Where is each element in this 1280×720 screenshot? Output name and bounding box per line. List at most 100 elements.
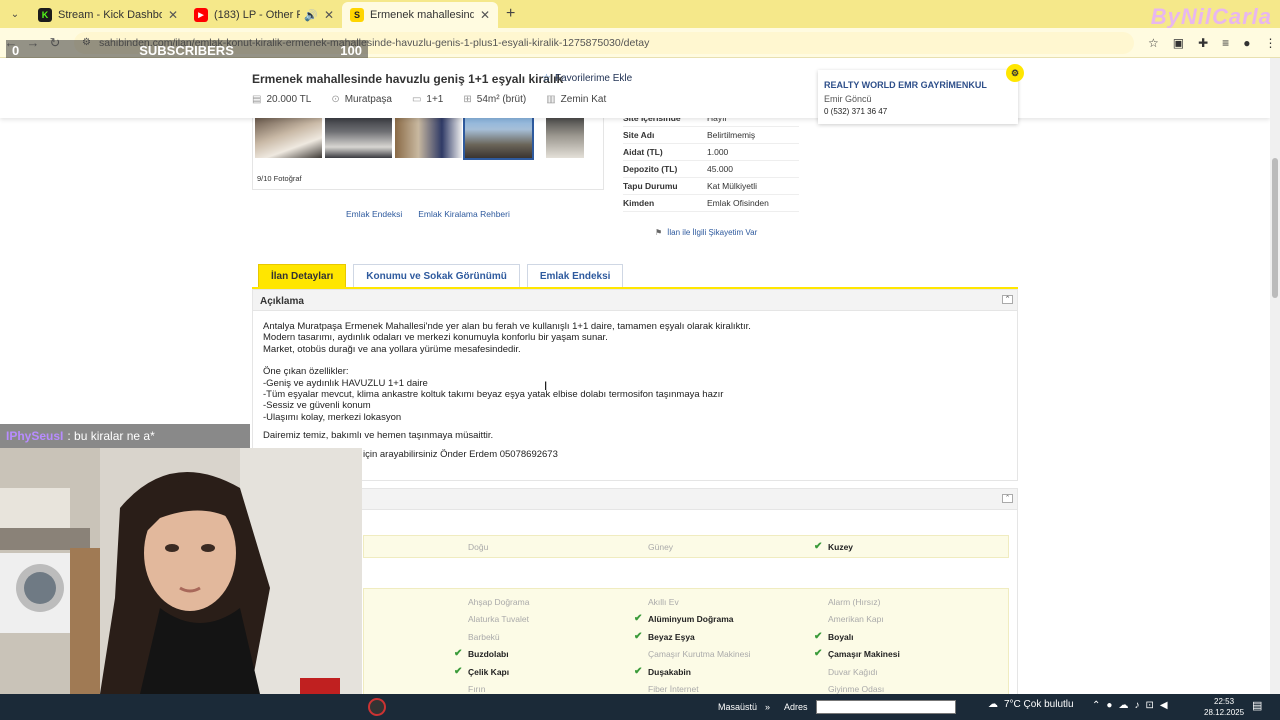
photo-thumb[interactable]	[463, 112, 534, 160]
description-heading: Açıklama	[260, 296, 304, 307]
notification-icon[interactable]: ▤	[1252, 699, 1262, 712]
agent-card[interactable]: ⚙ REALTY WORLD EMR GAYRİMENKUL Emir Gönc…	[818, 64, 1024, 124]
direction-item: Doğu	[468, 542, 489, 552]
tab-konum[interactable]: Konumu ve Sokak Görünümü	[353, 264, 520, 288]
system-tray: ⌃ ● ☁ ♪ ⊡ ◀	[1092, 700, 1168, 711]
weather-widget[interactable]: ☁ 7°C Çok bulutlu	[988, 699, 1074, 710]
close-tab-icon[interactable]: ✕	[168, 8, 178, 22]
tab-title: (183) LP - Other People (Of	[214, 9, 301, 21]
kick-icon: K	[38, 8, 52, 22]
chat-message: IPhySeusI : bu kiralar ne a*	[0, 424, 250, 448]
tab-ilan-detaylari[interactable]: İlan Detayları	[258, 264, 347, 288]
webcam-overlay	[0, 448, 362, 694]
browser-tab-kick[interactable]: K Stream - Kick Dashboard ✕	[30, 2, 186, 28]
feature-item: Akıllı Ev	[648, 597, 679, 607]
bookmark-star-icon[interactable]: ☆	[1148, 36, 1159, 50]
scrollbar[interactable]	[1270, 58, 1280, 694]
add-favorite-link[interactable]: ☆ Favorilerime Ekle	[542, 73, 632, 84]
subscriber-start: 0	[12, 42, 20, 58]
direction-item: Güney	[648, 542, 674, 552]
puzzle-icon[interactable]: ✚	[1198, 36, 1208, 50]
audio-icon[interactable]: 🔊	[304, 9, 318, 22]
subscriber-goal: 100	[340, 42, 362, 58]
tray-chevron-icon[interactable]: ⌃	[1092, 700, 1100, 711]
feature-item: Alarm (Hırsız)	[828, 597, 881, 607]
collapse-icon[interactable]: ⌃	[1002, 494, 1013, 503]
kiralama-rehberi-link[interactable]: Emlak Kiralama Rehberi	[418, 209, 510, 219]
volume-icon[interactable]: ◀	[1160, 700, 1168, 711]
info-row: Aidat (TL) 1.000	[623, 144, 799, 161]
photo-thumb[interactable]	[546, 114, 584, 158]
check-icon: ✔	[814, 630, 823, 642]
menu-icon[interactable]: ⋮	[1264, 36, 1276, 50]
profile-icon[interactable]: ●	[1243, 36, 1250, 50]
tray-app-icon[interactable]: ●	[1106, 700, 1112, 711]
clock-date: 28.12.2025	[1204, 708, 1245, 717]
desktop-toolbar[interactable]: Masaüstü	[718, 702, 757, 712]
sahibinden-icon: S	[350, 8, 364, 22]
feature-item: Duvar Kağıdı	[828, 666, 878, 677]
photo-thumb[interactable]	[255, 114, 322, 158]
info-row: Depozito (TL) 45.000	[623, 161, 799, 178]
feature-item: Ahşap Doğrama	[468, 597, 530, 607]
emlak-endeksi-link[interactable]: Emlak Endeksi	[346, 209, 402, 219]
cloud-sync-icon[interactable]: ☁	[1118, 700, 1128, 711]
media-icon[interactable]: ≡	[1222, 36, 1229, 50]
description-line: -Sessiz ve güvenli konum	[263, 400, 371, 412]
feature-item: ✔ Duşakabin	[634, 665, 691, 677]
description-body: Antalya Muratpaşa Ermenek Mahallesi'nde …	[252, 311, 1018, 481]
location-pin-icon: ⊙	[331, 94, 340, 105]
favorite-label: Favorilerime Ekle	[554, 73, 633, 84]
address-toolbar-input[interactable]	[815, 700, 956, 714]
check-icon: ✔	[814, 648, 823, 660]
tab-emlak-endeksi[interactable]: Emlak Endeksi	[526, 264, 624, 288]
browser-tab-youtube[interactable]: ▶ (183) LP - Other People (Of 🔊 ✕	[186, 2, 342, 28]
browser-tab-bar: ⌄ K Stream - Kick Dashboard ✕ ▶ (183) LP…	[0, 0, 1280, 29]
agent-name[interactable]: REALTY WORLD EMR GAYRİMENKUL	[824, 80, 1012, 90]
network-icon[interactable]: ⊡	[1145, 700, 1153, 711]
detail-tabs: İlan Detayları Konumu ve Sokak Görünümü …	[258, 264, 624, 288]
text-cursor: I	[544, 379, 548, 393]
info-row: Kimden Emlak Ofisinden	[623, 195, 799, 212]
extension-icon[interactable]: ▣	[1173, 36, 1184, 50]
feature-item: Fırın	[468, 684, 486, 694]
streamer-watermark: ByNilCarla	[1150, 4, 1272, 29]
description-line: -Ulaşımı kolay, merkezi lokasyon	[263, 411, 402, 423]
photo-thumb[interactable]	[395, 114, 462, 158]
webcam-feed	[0, 448, 362, 694]
feature-item: Giyinme Odası	[828, 684, 885, 694]
area-icon: ⊞	[463, 94, 472, 105]
tab-title: Ermenek mahallesinde havuzlu	[370, 9, 474, 21]
check-icon: ✔	[634, 613, 643, 625]
info-row: Site Adı Belirtilmemiş	[623, 127, 799, 144]
scroll-thumb[interactable]	[1272, 158, 1278, 298]
feature-item: ✔ Beyaz Eşya	[634, 630, 695, 642]
direction-row: Doğu Güney ✔ Kuzey	[363, 535, 1009, 558]
tab-search-icon[interactable]: ⌄	[4, 3, 26, 25]
close-tab-icon[interactable]: ✕	[324, 8, 334, 22]
chevron-icon[interactable]: »	[765, 702, 770, 712]
browser-tab-sahibinden[interactable]: S Ermenek mahallesinde havuzlu ✕	[342, 2, 498, 28]
agent-phone: 0 (532) 371 36 47	[824, 107, 888, 116]
description-header: Açıklama ⌃	[252, 289, 1018, 311]
subscriber-label: SUBSCRIBERS	[139, 42, 234, 58]
photo-thumb[interactable]	[325, 114, 392, 158]
obs-app-icon[interactable]	[368, 698, 386, 716]
star-icon: ☆	[542, 73, 551, 84]
close-tab-icon[interactable]: ✕	[480, 8, 490, 22]
check-icon: ✔	[454, 665, 463, 677]
mic-icon[interactable]: ♪	[1134, 700, 1139, 711]
feature-item: ✔ Boyalı	[814, 630, 854, 642]
complain-link[interactable]: ⚑ İlan ile İlgili Şikayetim Var	[655, 228, 757, 237]
feature-item: ✔ Çelik Kapı	[454, 665, 510, 677]
collapse-icon[interactable]: ⌃	[1002, 295, 1013, 304]
description-line: Modern tasarımı, aydınlık odaları ve mer…	[263, 332, 608, 344]
description-line: Market, otobüs durağı ve ana yollara yür…	[263, 343, 521, 355]
clock[interactable]: 22:53 28.12.2025	[1204, 696, 1244, 718]
new-tab-button[interactable]: +	[506, 5, 515, 23]
cloud-icon: ☁	[988, 699, 998, 710]
windows-taskbar: Masaüstü » Adres ☁ 7°C Çok bulutlu ⌃ ● ☁…	[0, 694, 1280, 720]
chat-username: IPhySeusI	[6, 429, 64, 443]
description-line: için arayabilirsiniz Önder Erdem 0507869…	[363, 448, 558, 460]
youtube-icon: ▶	[194, 8, 208, 22]
